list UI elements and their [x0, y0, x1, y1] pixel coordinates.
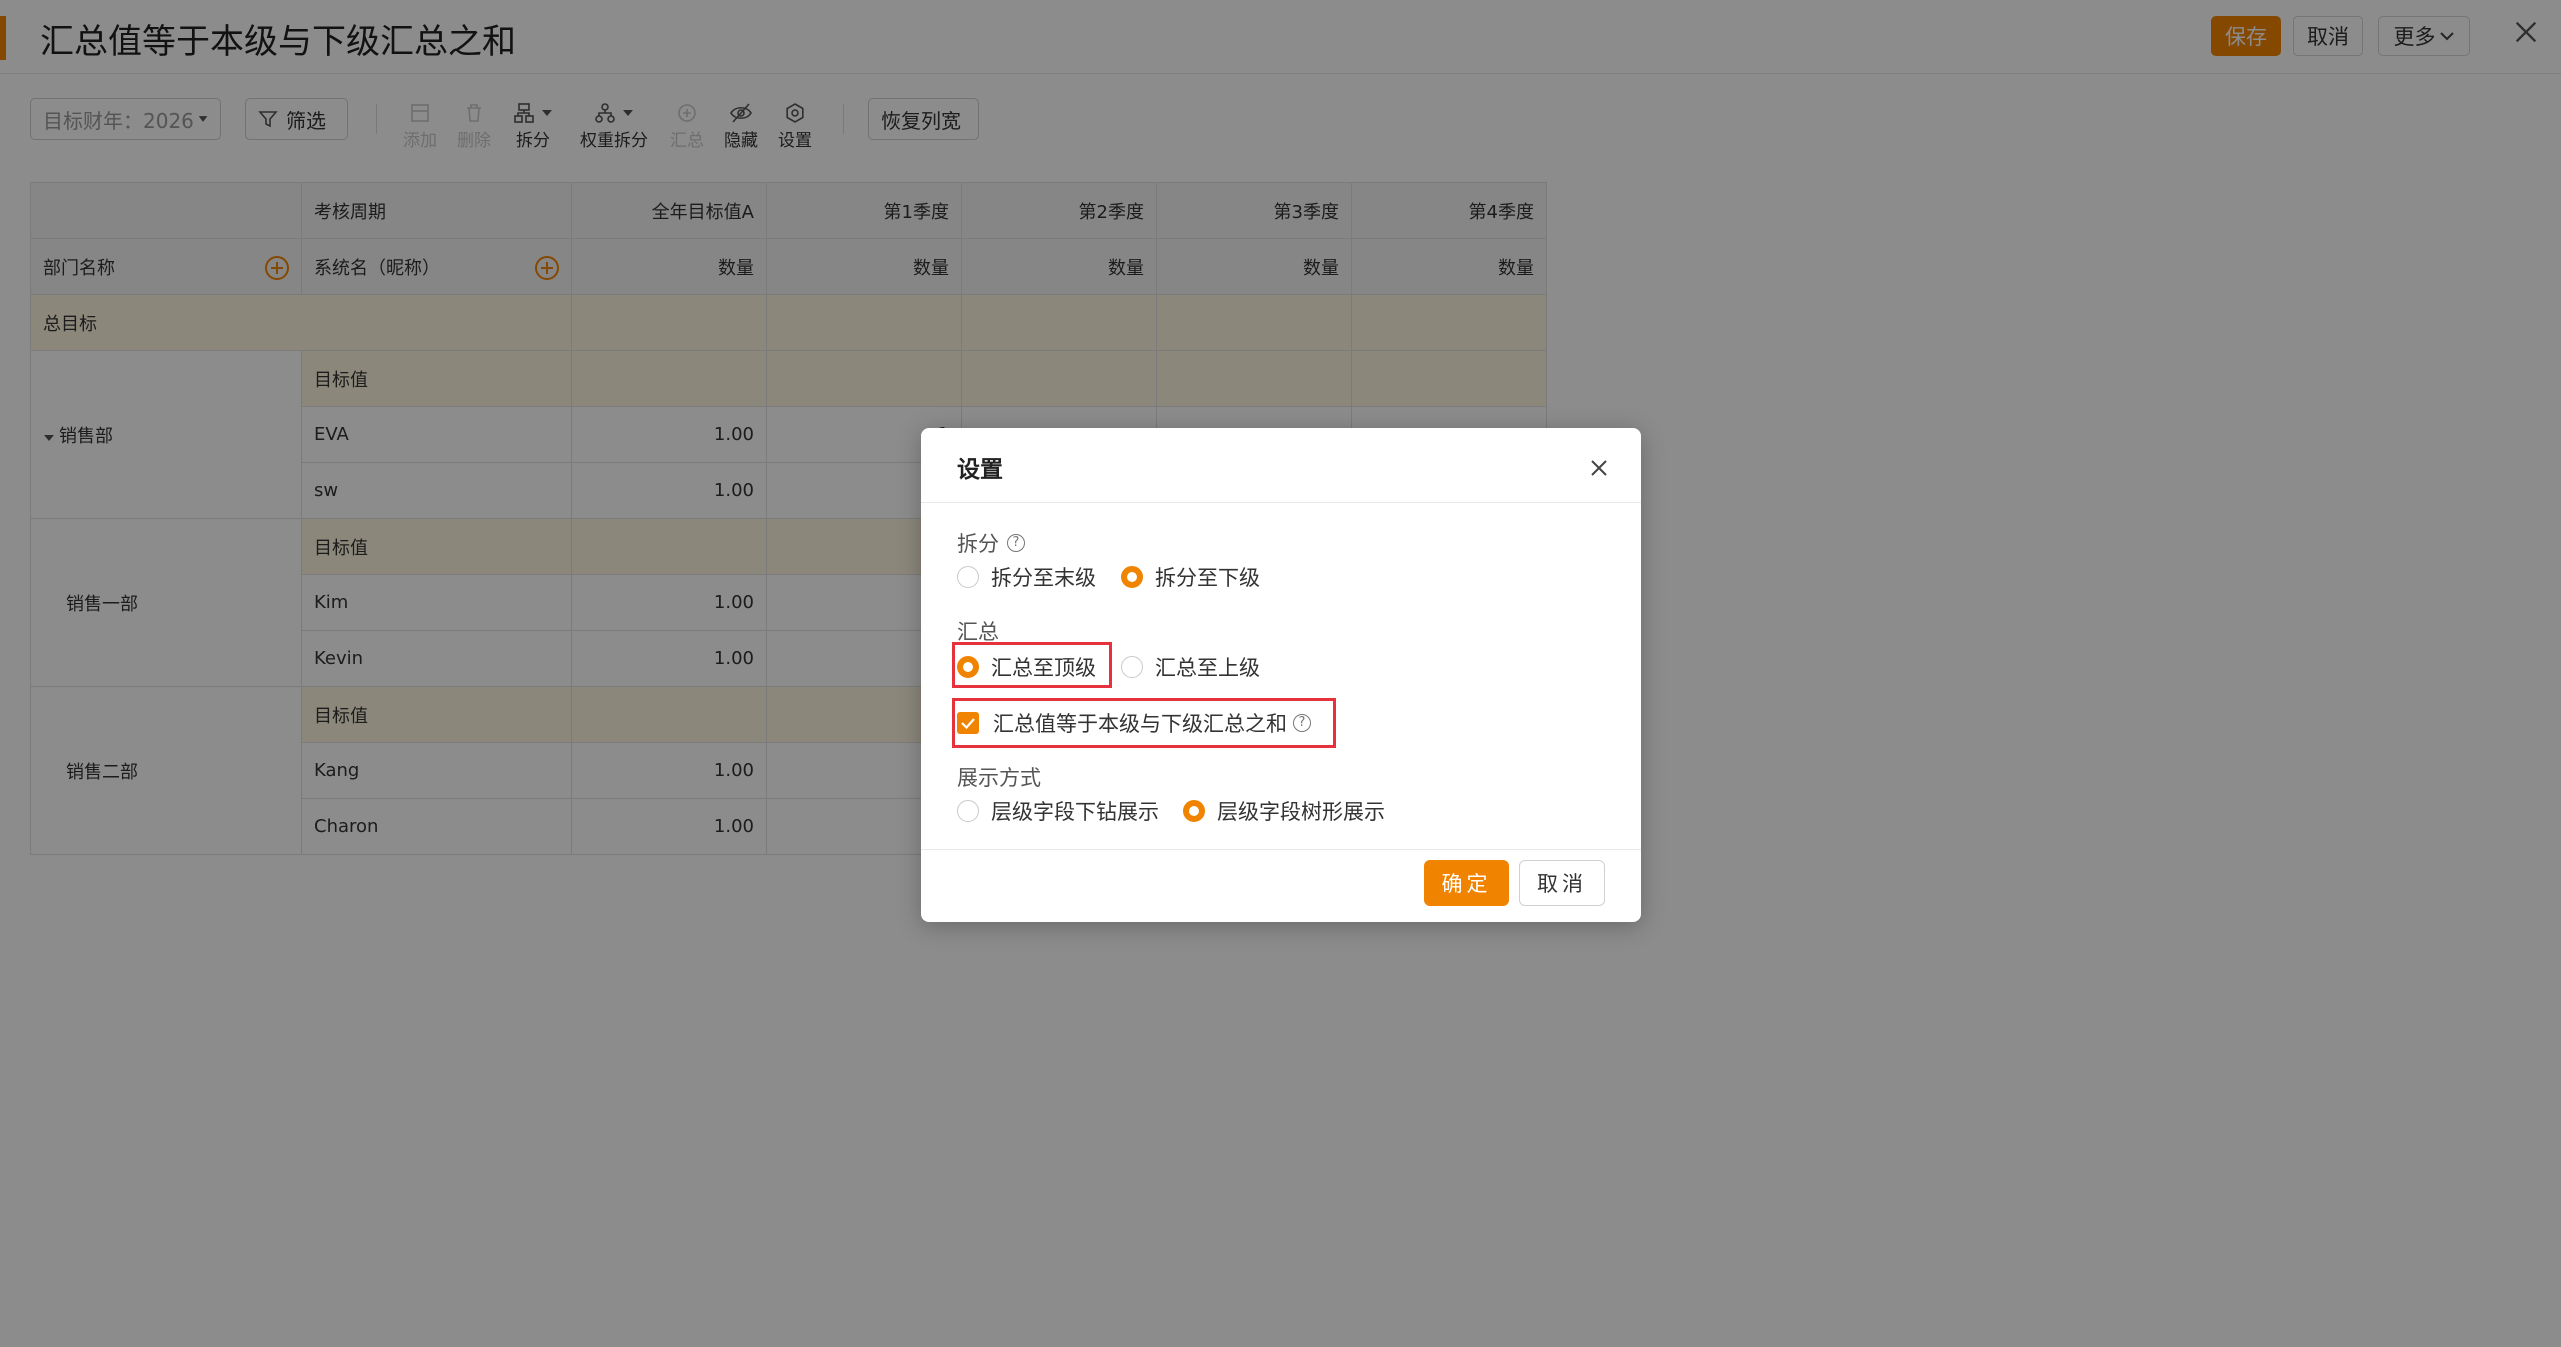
- summary-sum-checkbox[interactable]: 汇总值等于本级与下级汇总之和 ?: [957, 708, 1311, 738]
- drilldown-display-label: 层级字段下钻展示: [991, 800, 1159, 824]
- settings-dialog: 设置 拆分 ? 拆分至末级 拆分至下级 汇总 汇总至顶级 汇总至上级 汇总值等于…: [921, 428, 1641, 922]
- help-icon[interactable]: ?: [1293, 714, 1311, 732]
- radio-checked[interactable]: [957, 656, 979, 678]
- summary-to-top-option[interactable]: 汇总至顶级: [957, 652, 1096, 682]
- split-to-next-label: 拆分至下级: [1155, 566, 1260, 590]
- checkmark-icon: [961, 718, 975, 730]
- radio-checked[interactable]: [1121, 566, 1143, 588]
- help-icon[interactable]: ?: [1007, 534, 1025, 552]
- summary-to-parent-option[interactable]: 汇总至上级: [1121, 652, 1260, 682]
- split-to-next-option[interactable]: 拆分至下级: [1121, 562, 1260, 592]
- summary-to-top-label: 汇总至顶级: [991, 656, 1096, 680]
- summary-to-parent-label: 汇总至上级: [1155, 656, 1260, 680]
- radio-unchecked[interactable]: [1121, 656, 1143, 678]
- tree-display-label: 层级字段树形展示: [1217, 800, 1385, 824]
- dialog-footer-divider: [921, 849, 1641, 850]
- drilldown-display-option[interactable]: 层级字段下钻展示: [957, 796, 1159, 826]
- display-section-label: 展示方式: [957, 762, 1041, 792]
- summary-sum-label: 汇总值等于本级与下级汇总之和: [993, 712, 1287, 736]
- split-to-last-option[interactable]: 拆分至末级: [957, 562, 1096, 592]
- dialog-cancel-button[interactable]: 取消: [1519, 860, 1605, 906]
- display-label: 展示方式: [957, 766, 1041, 790]
- checkbox-checked[interactable]: [957, 712, 979, 734]
- confirm-button[interactable]: 确定: [1424, 860, 1509, 906]
- radio-unchecked[interactable]: [957, 800, 979, 822]
- radio-unchecked[interactable]: [957, 566, 979, 588]
- tree-display-option[interactable]: 层级字段树形展示: [1183, 796, 1385, 826]
- close-icon[interactable]: [1587, 456, 1611, 480]
- radio-checked[interactable]: [1183, 800, 1205, 822]
- dialog-header-divider: [921, 502, 1641, 503]
- split-section-label: 拆分 ?: [957, 528, 1025, 558]
- split-to-last-label: 拆分至末级: [991, 566, 1096, 590]
- split-label: 拆分: [957, 532, 999, 556]
- dialog-title: 设置: [957, 457, 1003, 483]
